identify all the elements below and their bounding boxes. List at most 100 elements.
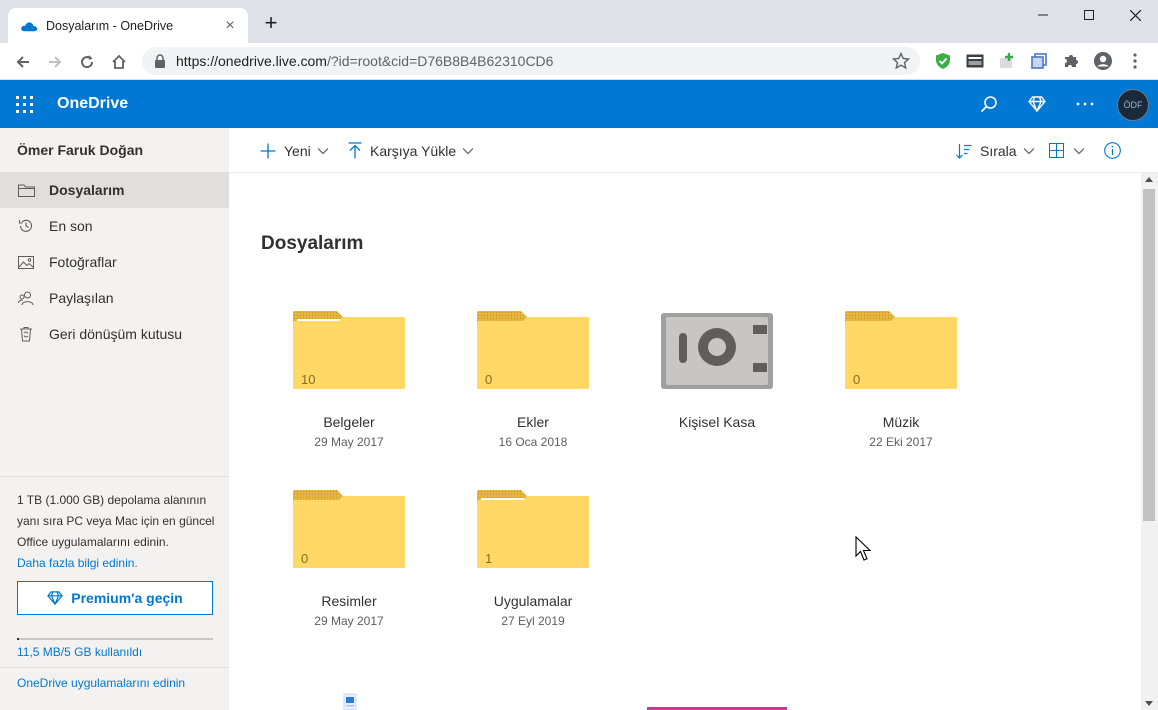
- grid-view-icon: [1049, 143, 1064, 158]
- folder-icon: 0: [477, 311, 589, 391]
- user-name: Ömer Faruk Doğan: [17, 142, 144, 158]
- folder-name[interactable]: Belgeler: [274, 414, 424, 430]
- upload-button[interactable]: Karşıya Yükle: [348, 128, 474, 173]
- premium-promo: 1 TB (1.000 GB) depolama alanının yanı s…: [17, 490, 217, 574]
- add-extension-icon[interactable]: [997, 51, 1017, 71]
- profile-icon[interactable]: [1093, 51, 1113, 71]
- storage-quota-fill: [17, 638, 19, 640]
- sidebar-item-my-files[interactable]: Dosyalarım: [0, 172, 229, 208]
- info-icon: [1104, 142, 1121, 159]
- go-premium-button[interactable]: Premium'a geçin: [17, 581, 213, 615]
- tab-close-icon[interactable]: ×: [222, 17, 238, 34]
- maximize-icon[interactable]: [1066, 0, 1112, 30]
- vertical-scrollbar[interactable]: [1141, 173, 1158, 710]
- browser-toolbar: https://onedrive.live.com/?id=root&cid=D…: [0, 43, 1158, 80]
- sidebar-item-photos[interactable]: Fotoğraflar: [0, 244, 229, 280]
- folder-icon: 1: [477, 490, 589, 570]
- folder-name[interactable]: Müzik: [826, 414, 976, 430]
- premium-diamond-icon: [47, 591, 64, 605]
- brand-title[interactable]: OneDrive: [57, 95, 128, 113]
- onedrive-header: OneDrive: [0, 80, 1158, 128]
- item-count: 0: [853, 372, 861, 387]
- sidebar: Ömer Faruk Doğan Dosyalarım En son Fotoğ…: [0, 128, 229, 710]
- folder-tile-resimler[interactable]: 0 Resimler 29 May 2017: [274, 490, 424, 660]
- folder-name[interactable]: Ekler: [458, 414, 608, 430]
- premium-diamond-icon[interactable]: [1025, 92, 1049, 116]
- sort-button[interactable]: Sırala: [956, 128, 1035, 173]
- folder-name[interactable]: Resimler: [274, 593, 424, 609]
- new-label: Yeni: [284, 142, 311, 159]
- sort-label: Sırala: [980, 142, 1017, 159]
- folder-name[interactable]: Uygulamalar: [458, 593, 608, 609]
- mouse-cursor-icon: [855, 536, 872, 561]
- reload-icon[interactable]: [74, 49, 100, 75]
- back-arrow-icon[interactable]: [10, 49, 36, 75]
- browser-tab[interactable]: Dosyalarım - OneDrive ×: [8, 8, 248, 43]
- item-count: 10: [301, 372, 316, 387]
- tab-strip: Dosyalarım - OneDrive × +: [0, 0, 1158, 43]
- new-tab-button[interactable]: +: [260, 12, 282, 35]
- folder-tile-uygulamalar[interactable]: 1 Uygulamalar 27 Eyl 2019: [458, 490, 608, 660]
- home-icon[interactable]: [106, 49, 132, 75]
- puzzle-extensions-icon[interactable]: [1061, 51, 1081, 71]
- scroll-thumb[interactable]: [1143, 189, 1155, 521]
- folder-icon: 0: [293, 490, 405, 570]
- chevron-down-icon: [1073, 147, 1085, 154]
- bookmark-star-icon[interactable]: [892, 52, 910, 70]
- search-icon[interactable]: [977, 92, 1001, 116]
- page-title: Dosyalarım: [261, 233, 364, 254]
- folder-tile-belgeler[interactable]: 10 Belgeler 29 May 2017: [274, 311, 424, 481]
- sidebar-item-label: Dosyalarım: [49, 182, 125, 198]
- browser-window: Dosyalarım - OneDrive × + https://onedri…: [0, 0, 1158, 710]
- folder-tile-ekler[interactable]: 0 Ekler 16 Oca 2018: [458, 311, 608, 481]
- people-icon: [17, 289, 35, 307]
- sidebar-divider: [0, 667, 229, 668]
- sidebar-divider: [0, 476, 229, 477]
- url-path: /?id=root&cid=D76B8B4B62310CD6: [326, 53, 554, 69]
- more-options-icon[interactable]: [1073, 92, 1097, 116]
- shield-extension-icon[interactable]: [933, 51, 953, 71]
- sidebar-item-label: Geri dönüşüm kutusu: [49, 326, 183, 342]
- scroll-down-arrow-icon[interactable]: [1145, 701, 1153, 706]
- address-bar[interactable]: https://onedrive.live.com/?id=root&cid=D…: [142, 47, 920, 75]
- folder-date: 16 Oca 2018: [498, 435, 568, 449]
- get-apps-link[interactable]: OneDrive uygulamalarını edinin: [17, 676, 185, 690]
- recycle-bin-icon: [17, 325, 35, 343]
- learn-more-link[interactable]: Daha fazla bilgi edinin.: [17, 553, 217, 574]
- storage-quota-text[interactable]: 11,5 MB/5 GB kullanıldı: [17, 645, 142, 659]
- close-window-icon[interactable]: [1112, 0, 1158, 30]
- minimize-icon[interactable]: [1020, 0, 1066, 30]
- chevron-down-icon: [1023, 147, 1035, 154]
- storage-quota-bar: [17, 638, 213, 640]
- folder-date: 22 Eki 2017: [869, 435, 933, 449]
- url-host: https://onedrive.live.com: [176, 53, 327, 69]
- sidebar-item-recent[interactable]: En son: [0, 208, 229, 244]
- sidebar-item-shared[interactable]: Paylaşılan: [0, 280, 229, 316]
- folder-date: 29 May 2017: [314, 435, 384, 449]
- vault-name[interactable]: Kişisel Kasa: [642, 414, 792, 430]
- browser-menu-icon[interactable]: [1125, 51, 1145, 71]
- photo-icon: [17, 253, 35, 271]
- details-pane-button[interactable]: [1104, 128, 1121, 173]
- upload-label: Karşıya Yükle: [370, 142, 457, 159]
- new-button[interactable]: Yeni: [260, 128, 329, 173]
- folder-date: 29 May 2017: [314, 614, 384, 628]
- history-icon: [17, 217, 35, 235]
- onedrive-cloud-icon: [21, 21, 38, 31]
- sidebar-item-recycle-bin[interactable]: Geri dönüşüm kutusu: [0, 316, 229, 352]
- forward-arrow-icon[interactable]: [42, 49, 68, 75]
- plus-icon: [260, 143, 276, 158]
- folder-tile-muzik[interactable]: 0 Müzik 22 Eki 2017: [826, 311, 976, 481]
- vault-safe-icon: [661, 311, 773, 391]
- account-avatar[interactable]: ÖDF: [1117, 89, 1149, 121]
- chevron-down-icon: [317, 147, 329, 154]
- app-launcher-icon[interactable]: [16, 96, 33, 113]
- screen-extension-icon[interactable]: [965, 51, 985, 71]
- file-thumbnail-icon[interactable]: [343, 693, 357, 710]
- chevron-down-icon: [462, 147, 474, 154]
- sidebar-item-label: Fotoğraflar: [49, 254, 117, 270]
- view-options-button[interactable]: [1049, 128, 1085, 173]
- vault-tile[interactable]: Kişisel Kasa: [642, 311, 792, 481]
- scroll-up-arrow-icon[interactable]: [1145, 177, 1153, 182]
- copy-extension-icon[interactable]: [1029, 51, 1049, 71]
